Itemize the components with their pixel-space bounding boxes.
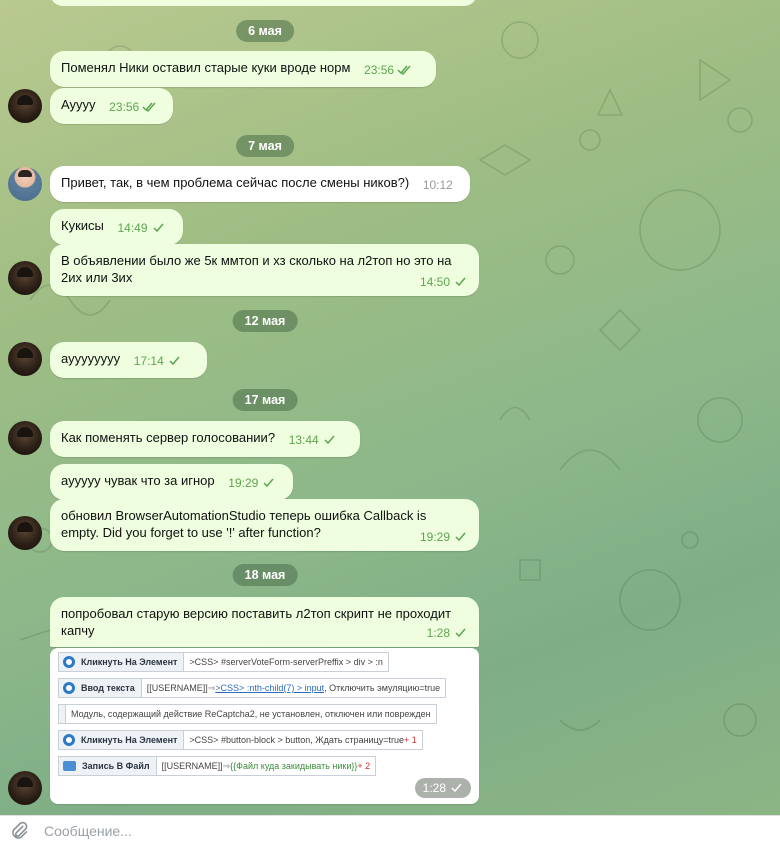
check-icon bbox=[451, 783, 462, 793]
message-bubble[interactable]: Ауууу 23:56 bbox=[50, 88, 173, 124]
check-icon bbox=[153, 223, 164, 233]
bas-action-row: Кликнуть На Элемент >CSS> #button-block … bbox=[58, 730, 423, 750]
message-bubble[interactable]: ауууууууу 17:14 bbox=[50, 342, 207, 378]
image-message[interactable]: Кликнуть На Элемент >CSS> #serverVoteFor… bbox=[50, 648, 479, 804]
message-meta: 1:28 bbox=[427, 625, 467, 642]
message-time: 13:44 bbox=[288, 433, 319, 447]
bas-action-name: Кликнуть На Элемент bbox=[81, 735, 178, 745]
message-time: 23:56 bbox=[364, 63, 395, 77]
message-bubble[interactable]: обновил BrowserAutomationStudio теперь о… bbox=[50, 499, 479, 551]
check-icon bbox=[324, 435, 335, 445]
attach-icon[interactable] bbox=[8, 820, 30, 842]
bas-action-name: Кликнуть На Элемент bbox=[81, 657, 178, 667]
message-meta: 19:29 bbox=[228, 475, 275, 492]
bas-action-name: Запись В Файл bbox=[82, 761, 150, 771]
bas-arrow: ⇒ bbox=[222, 760, 231, 771]
bas-action-row: Модуль, содержащий действие ReCaptcha2, … bbox=[58, 704, 437, 724]
message-meta: 23:56 bbox=[364, 62, 411, 79]
bas-file-var: {{Файл куда закидывать ники}} bbox=[230, 761, 358, 771]
avatar[interactable] bbox=[8, 421, 42, 455]
message-text: попробовал старую версию поставить л2топ… bbox=[61, 606, 452, 638]
date-separator: 7 мая bbox=[236, 135, 294, 157]
folder-icon bbox=[63, 761, 76, 771]
bas-action-param: >CSS> #button-block > button bbox=[189, 735, 311, 745]
message-bubble[interactable]: попробовал старую версию поставить л2топ… bbox=[50, 597, 479, 647]
message-text: Как поменять сервер голосовании? bbox=[61, 430, 276, 445]
type-icon bbox=[63, 682, 75, 694]
avatar[interactable] bbox=[8, 342, 42, 376]
date-separator: 18 мая bbox=[232, 564, 298, 586]
avatar[interactable] bbox=[8, 89, 42, 123]
bas-action-param: , Отключить эмуляцию= bbox=[324, 683, 425, 693]
message-text: обновил BrowserAutomationStudio теперь о… bbox=[61, 508, 427, 540]
bas-error-text: Модуль, содержащий действие ReCaptcha2, … bbox=[71, 709, 431, 719]
bas-action-param: , Ждать страницу= bbox=[310, 735, 389, 745]
message-bubble[interactable]: Как поменять сервер голосовании? 13:44 bbox=[50, 421, 360, 457]
bas-action-param: >CSS> #serverVoteForm-serverPreffix > di… bbox=[189, 657, 383, 667]
message-meta: 14:49 bbox=[118, 220, 165, 237]
message-text: Ауууу bbox=[61, 97, 96, 112]
message-text: Кукисы bbox=[61, 218, 104, 233]
message-bubble[interactable]: Привет, так, в чем проблема сейчас после… bbox=[50, 166, 470, 202]
check-icon bbox=[169, 356, 180, 366]
avatar[interactable] bbox=[8, 771, 42, 805]
message-bubble[interactable]: В объявлении было же 5к ммтоп и хз сколь… bbox=[50, 244, 479, 296]
message-text: Привет, так, в чем проблема сейчас после… bbox=[61, 175, 410, 190]
message-text: аууууу чувак что за игнор bbox=[61, 473, 215, 488]
bas-action-row: Запись В Файл [[USERNAME]] ⇒ {{Файл куда… bbox=[58, 756, 377, 776]
bas-action-param: [[USERNAME]] bbox=[146, 683, 208, 693]
message-time: 19:29 bbox=[228, 476, 259, 490]
message-composer bbox=[0, 815, 780, 846]
image-time-badge: 1:28 bbox=[414, 778, 471, 798]
bas-action-param: [[USERNAME]] bbox=[161, 761, 223, 771]
bas-action-name: Ввод текста bbox=[81, 683, 135, 693]
avatar[interactable] bbox=[8, 516, 42, 550]
chat-area[interactable]: 6 мая Поменял Ники оставил старые куки в… bbox=[0, 0, 780, 815]
date-separator: 6 мая bbox=[236, 20, 294, 42]
message-time: 14:49 bbox=[117, 221, 148, 235]
bas-action-row: Кликнуть На Элемент >CSS> #serverVoteFor… bbox=[58, 652, 389, 672]
message-time: 10:12 bbox=[422, 178, 453, 192]
bas-action-row: Ввод текста [[USERNAME]] ⇒ >CSS> :nth-ch… bbox=[58, 678, 447, 698]
bas-action-param: true bbox=[388, 735, 405, 745]
bas-counter: + 2 bbox=[357, 761, 371, 771]
message-time: 1:28 bbox=[422, 781, 446, 795]
message-time: 17:14 bbox=[133, 354, 164, 368]
bas-counter: + 1 bbox=[404, 735, 417, 745]
check-icon bbox=[455, 277, 466, 287]
message-bubble[interactable]: Кукисы 14:49 bbox=[50, 209, 183, 245]
click-icon bbox=[63, 734, 75, 746]
date-separator: 17 мая bbox=[232, 389, 298, 411]
message-meta: 23:56 bbox=[109, 99, 156, 116]
check-icon bbox=[455, 532, 466, 542]
click-icon bbox=[63, 656, 75, 668]
date-separator: 12 мая bbox=[232, 310, 298, 332]
message-bubble[interactable]: Поменял Ники оставил старые куки вроде н… bbox=[50, 51, 436, 87]
check-icon bbox=[455, 628, 466, 638]
bas-arrow: ⇒ bbox=[207, 682, 216, 693]
message-meta: 14:50 bbox=[420, 274, 467, 291]
bas-action-param: true bbox=[424, 683, 441, 693]
message-bubble[interactable]: аууууу чувак что за игнор 19:29 bbox=[50, 464, 293, 500]
message-time: 23:56 bbox=[109, 100, 140, 114]
bas-selector: >CSS> :nth-child(7) > input bbox=[215, 683, 325, 693]
message-meta: 17:14 bbox=[134, 353, 181, 370]
double-check-icon bbox=[397, 65, 411, 75]
message-text: В объявлении было же 5к ммтоп и хз сколь… bbox=[61, 253, 452, 285]
message-time: 14:50 bbox=[419, 275, 450, 289]
message-text: ауууууууу bbox=[61, 351, 121, 366]
message-time: 1:28 bbox=[426, 626, 450, 640]
double-check-icon bbox=[142, 102, 156, 112]
previous-message-bubble bbox=[50, 0, 477, 6]
avatar[interactable] bbox=[8, 261, 42, 295]
message-meta: 19:29 bbox=[420, 529, 467, 546]
check-icon bbox=[263, 478, 274, 488]
message-input[interactable] bbox=[44, 823, 644, 839]
message-meta: 13:44 bbox=[289, 432, 336, 449]
message-time: 19:29 bbox=[419, 530, 450, 544]
message-text: Поменял Ники оставил старые куки вроде н… bbox=[61, 60, 351, 75]
avatar[interactable] bbox=[8, 167, 42, 201]
